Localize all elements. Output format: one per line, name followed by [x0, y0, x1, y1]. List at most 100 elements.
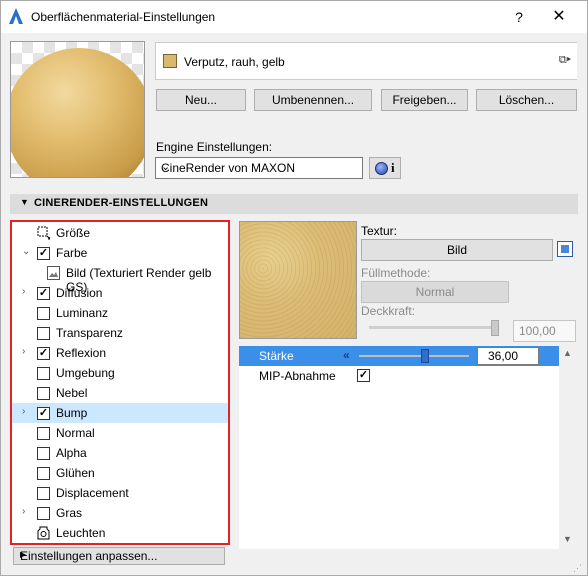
expand-right-icon[interactable]: › [22, 406, 25, 417]
title-bar: Oberflächenmaterial-Einstellungen ? ✕ [1, 1, 587, 33]
checkbox[interactable] [37, 447, 50, 460]
checkbox[interactable]: ✓ [37, 407, 50, 420]
channel-normal[interactable]: Normal [12, 423, 228, 443]
channel-label: Farbe [56, 246, 88, 260]
help-button[interactable]: ? [506, 7, 532, 27]
engine-select[interactable]: CineRender von MAXON ⌄ [155, 157, 363, 179]
strength-slider-thumb[interactable] [421, 349, 429, 363]
decrement-icon[interactable]: « [343, 348, 350, 362]
checkbox[interactable] [37, 307, 50, 320]
material-swatch [163, 54, 177, 68]
share-button[interactable]: Freigeben... [381, 89, 468, 111]
channel-label: Gras [56, 506, 83, 520]
channel-label: Transparenz [56, 326, 123, 340]
engine-label: Engine Einstellungen: [156, 140, 273, 154]
channel-label: Leuchten [56, 526, 106, 540]
customize-settings-button[interactable]: Einstellungen anpassen... ▶ [13, 547, 225, 565]
param-label: MIP-Abnahme [259, 369, 336, 383]
opacity-slider-track[interactable] [369, 326, 495, 329]
channel-label: Normal [56, 426, 95, 440]
delete-button[interactable]: Löschen... [476, 89, 577, 111]
param-row-staerke[interactable]: Stärke « » 36,00 [239, 346, 559, 366]
resize-grip-icon[interactable]: ⋰ [573, 563, 582, 574]
mip-checkbox[interactable]: ✓ [357, 369, 370, 382]
param-row-mip[interactable]: MIP-Abnahme ✓ [239, 366, 559, 386]
channel-label: Glühen [56, 466, 95, 480]
param-label: Stärke [259, 349, 294, 363]
triangle-right-icon: ▶ [20, 550, 27, 559]
expand-down-icon[interactable]: ⌄ [22, 246, 30, 257]
checkbox[interactable] [37, 467, 50, 480]
checkbox[interactable]: ✓ [37, 347, 50, 360]
dialog-window: Oberflächenmaterial-Einstellungen ? ✕ Ve… [0, 0, 588, 576]
channel-label: Reflexion [56, 346, 107, 360]
material-picker-icon[interactable]: ⧉▸ [559, 54, 571, 67]
channel-displacement[interactable]: Displacement [12, 483, 228, 503]
texture-browse-icon[interactable] [557, 241, 573, 257]
scroll-down-icon[interactable]: ▼ [563, 534, 572, 544]
channel-label: Umgebung [56, 366, 115, 380]
channel-label: Größe [56, 226, 91, 240]
channel-list: Größe ⌄ ✓ Farbe Bild (Texturiert Render … [10, 220, 230, 545]
checkbox[interactable] [37, 507, 50, 520]
image-button[interactable]: Bild [361, 239, 553, 261]
channel-label: Bump [56, 406, 88, 420]
channel-transparenz[interactable]: Transparenz [12, 323, 228, 343]
expand-right-icon[interactable]: › [22, 286, 25, 297]
window-title: Oberflächenmaterial-Einstellungen [31, 10, 216, 24]
channel-groesse[interactable]: Größe [12, 223, 228, 243]
engine-info-button[interactable]: i [369, 157, 401, 179]
globe-icon [375, 162, 388, 175]
channel-label: Luminanz [56, 306, 109, 320]
opacity-input[interactable]: 100,00 [513, 320, 576, 342]
opacity-slider-thumb[interactable] [491, 320, 499, 336]
preview-sphere [11, 48, 144, 177]
channel-gluehen[interactable]: Glühen [12, 463, 228, 483]
texture-thumbnail[interactable] [239, 221, 357, 339]
channel-label: Displacement [56, 486, 129, 500]
checkbox[interactable] [37, 387, 50, 400]
checkbox[interactable] [37, 327, 50, 340]
section-title: CINERENDER-EINSTELLUNGEN [34, 197, 209, 209]
rename-button[interactable]: Umbenennen... [254, 89, 372, 111]
chevron-down-icon: ⌄ [161, 161, 171, 173]
channel-gras[interactable]: › Gras [12, 503, 228, 523]
checkbox[interactable] [37, 487, 50, 500]
scroll-up-icon[interactable]: ▲ [563, 348, 572, 358]
channel-alpha[interactable]: Alpha [12, 443, 228, 463]
checkbox[interactable] [37, 367, 50, 380]
expand-right-icon[interactable]: › [22, 346, 25, 357]
material-name-box[interactable]: Verputz, rauh, gelb ⧉▸ [155, 42, 577, 80]
fill-method-select[interactable]: Normal [361, 281, 509, 303]
strength-input[interactable]: 36,00 [477, 347, 539, 365]
channel-label: Diffusion [56, 286, 103, 300]
expand-right-icon[interactable]: › [22, 506, 25, 517]
checkbox[interactable]: ✓ [37, 247, 50, 260]
fill-method-label: Füllmethode: [361, 266, 431, 280]
section-header[interactable]: ▼ CINERENDER-EINSTELLUNGEN [10, 194, 578, 214]
param-scrollbar[interactable]: ▲ ▼ [559, 346, 578, 549]
channel-umgebung[interactable]: Umgebung [12, 363, 228, 383]
channel-label: Nebel [56, 386, 88, 400]
channel-leuchten[interactable]: Leuchten [12, 523, 228, 543]
checkbox[interactable] [37, 427, 50, 440]
channel-reflexion[interactable]: › ✓ Reflexion [12, 343, 228, 363]
archicad-icon [9, 8, 23, 24]
info-icon: i [391, 160, 395, 175]
resize-icon [37, 226, 50, 240]
lamp-icon [37, 526, 50, 540]
image-icon [47, 266, 60, 280]
strength-slider-track[interactable] [359, 355, 469, 357]
close-button[interactable]: ✕ [546, 7, 572, 27]
channel-bild[interactable]: Bild (Texturiert Render gelb GS) [12, 263, 228, 294]
parameter-table: Stärke « » 36,00 MIP-Abnahme ✓ [239, 346, 559, 549]
new-button[interactable]: Neu... [156, 89, 246, 111]
channel-diffusion[interactable]: › ✓ Diffusion [12, 283, 228, 303]
checkbox[interactable]: ✓ [37, 287, 50, 300]
channel-nebel[interactable]: Nebel [12, 383, 228, 403]
param-row-end [539, 346, 559, 366]
channel-farbe[interactable]: ⌄ ✓ Farbe [12, 243, 228, 263]
channel-luminanz[interactable]: Luminanz [12, 303, 228, 323]
channel-bump[interactable]: › ✓ Bump [12, 403, 228, 423]
channel-label: Alpha [56, 446, 87, 460]
